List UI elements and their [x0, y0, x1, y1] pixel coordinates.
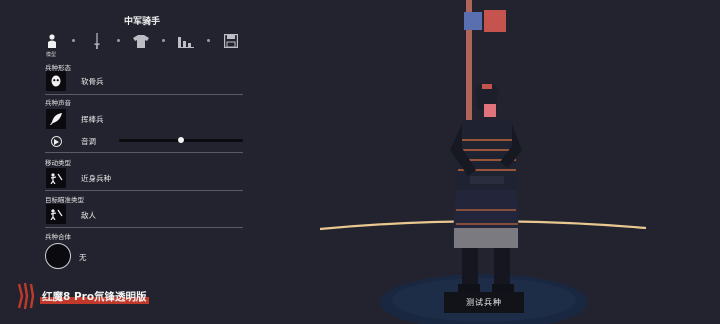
divider: [45, 94, 243, 95]
tab-stats[interactable]: [178, 32, 194, 50]
section-label-voice: 兵种声音: [45, 99, 71, 107]
movement-value[interactable]: 近身兵种: [81, 173, 111, 184]
section-label-target: 目标瞄准类型: [45, 196, 84, 204]
melee-icon: [50, 173, 63, 184]
tab-model[interactable]: 模型: [44, 32, 60, 58]
tab-save[interactable]: [223, 32, 239, 50]
form-value[interactable]: 软骨兵: [81, 76, 104, 87]
combo-selector[interactable]: [45, 243, 71, 269]
save-icon: [224, 34, 238, 48]
panel-title: 中军骑手: [123, 17, 160, 27]
shirt-icon: [133, 34, 149, 48]
tab-separator-dot: [207, 39, 210, 42]
skull-mask-icon: [51, 75, 61, 87]
feather-icon: [50, 113, 62, 125]
form-selector[interactable]: [46, 71, 66, 91]
sword-icon: [94, 33, 100, 49]
unit-soldier[interactable]: [450, 0, 522, 292]
target-melee-icon: [50, 209, 63, 220]
play-voice-icon[interactable]: [51, 136, 62, 147]
divider: [45, 152, 243, 153]
movement-selector[interactable]: [46, 168, 66, 188]
tab-clothing[interactable]: [133, 32, 149, 50]
tab-model-label: 模型: [46, 52, 57, 58]
voice-selector[interactable]: [46, 109, 66, 129]
pitch-slider-knob[interactable]: [178, 137, 184, 143]
divider: [45, 190, 243, 191]
flag-red: [484, 10, 506, 32]
pitch-label: 音调: [81, 137, 96, 146]
person-icon: [48, 34, 56, 48]
tab-separator-dot: [117, 39, 120, 42]
tab-separator-dot: [162, 39, 165, 42]
test-unit-button[interactable]: 测试兵种: [444, 292, 524, 313]
voice-value[interactable]: 挥棒兵: [81, 114, 104, 125]
section-label-combo: 兵种合体: [45, 233, 71, 241]
claw-logo-icon: [17, 282, 35, 310]
tab-separator-dot: [72, 39, 75, 42]
flag-blue: [464, 12, 482, 30]
divider: [45, 227, 243, 228]
device-watermark: 红魔8 Pro氘锋透明版: [16, 281, 149, 311]
combo-value[interactable]: 无: [79, 252, 87, 263]
watermark-text: 红魔8 Pro氘锋透明版: [40, 288, 149, 304]
pitch-slider[interactable]: [119, 137, 243, 143]
section-label-movement: 移动类型: [45, 159, 71, 167]
tab-bar: 模型: [44, 32, 244, 60]
target-selector[interactable]: [46, 204, 66, 224]
target-value[interactable]: 敌人: [81, 210, 96, 221]
tab-weapon[interactable]: [89, 32, 105, 50]
bar-chart-icon: [178, 36, 194, 48]
